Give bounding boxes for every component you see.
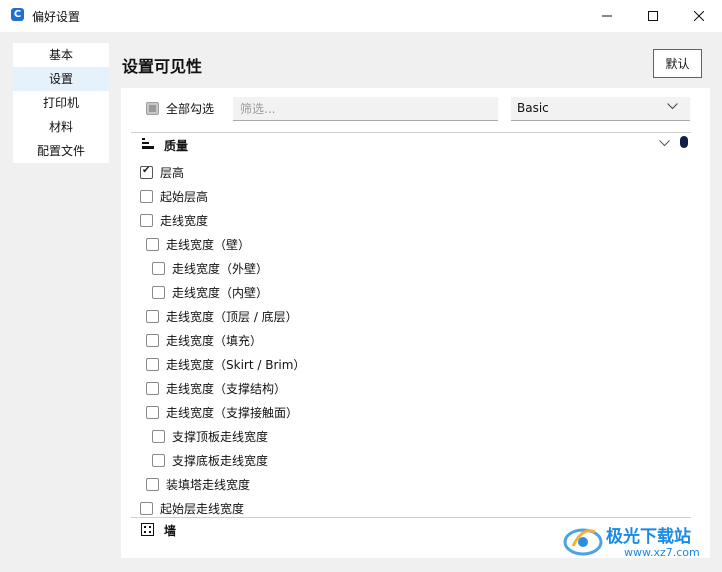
setting-label: 走线宽度（支撑接触面）: [166, 406, 299, 420]
page-title: 设置可见性: [122, 57, 203, 76]
sidebar-item-printers[interactable]: 打印机: [13, 91, 109, 115]
section-divider: [131, 517, 691, 518]
setting-checkbox[interactable]: [140, 502, 153, 515]
setting-label: 层高: [160, 166, 185, 180]
setting-label: 走线宽度（Skirt / Brim）: [166, 358, 306, 372]
section-title-wall[interactable]: 墙: [164, 522, 176, 539]
setting-checkbox[interactable]: [140, 165, 153, 179]
setting-label: 走线宽度（外壁）: [172, 262, 269, 276]
setting-checkbox[interactable]: [146, 310, 159, 323]
profile-select[interactable]: Basic: [511, 97, 690, 121]
setting-label: 走线宽度: [160, 214, 209, 228]
default-button[interactable]: 默认: [653, 49, 702, 78]
setting-checkbox[interactable]: [146, 238, 159, 251]
setting-label: 走线宽度（填充）: [166, 334, 263, 348]
profile-select-value: Basic: [517, 101, 549, 115]
wall-grid-icon: [141, 523, 154, 536]
setting-checkbox[interactable]: [146, 406, 159, 419]
watermark-url: www.xz7.com: [624, 546, 700, 559]
title-bar: C 偏好设置: [0, 0, 722, 32]
setting-checkbox[interactable]: [152, 286, 165, 299]
quality-bars-icon: [142, 138, 154, 149]
setting-label: 装填塔走线宽度: [166, 478, 251, 492]
section-divider: [131, 132, 691, 133]
setting-checkbox[interactable]: [140, 214, 153, 227]
setting-label: 支撑底板走线宽度: [172, 454, 269, 468]
preferences-sidebar: 基本 设置 打印机 材料 配置文件: [13, 43, 109, 163]
sidebar-item-profiles[interactable]: 配置文件: [13, 139, 109, 163]
maximize-button[interactable]: [630, 0, 676, 32]
section-title-quality[interactable]: 质量: [164, 137, 188, 154]
setting-checkbox[interactable]: [146, 334, 159, 347]
sidebar-item-materials[interactable]: 材料: [13, 115, 109, 139]
check-all-label: 全部勾选: [166, 102, 215, 116]
setting-checkbox[interactable]: [152, 262, 165, 275]
setting-checkbox[interactable]: [146, 382, 159, 395]
setting-label: 走线宽度（顶层 / 底层）: [166, 310, 298, 324]
preferences-window: C 偏好设置 基本 设置 打印机 材料 配置文件 设置可见性 默认 全部勾选 B…: [0, 0, 722, 572]
scrollbar-thumb[interactable]: [680, 136, 688, 148]
sidebar-item-general[interactable]: 基本: [13, 43, 109, 67]
watermark-logo-icon: [563, 528, 603, 556]
maximize-icon: [648, 11, 658, 21]
setting-label: 走线宽度（壁）: [166, 238, 251, 252]
filter-input[interactable]: [233, 97, 498, 121]
setting-checkbox[interactable]: [140, 190, 153, 203]
watermark-name: 极光下载站: [606, 527, 691, 547]
app-icon: C: [11, 8, 24, 21]
setting-label: 起始层高: [160, 190, 209, 204]
setting-label: 走线宽度（支撑结构）: [166, 382, 287, 396]
setting-label: 走线宽度（内壁）: [172, 286, 269, 300]
setting-checkbox[interactable]: [146, 358, 159, 371]
minimize-button[interactable]: [584, 0, 630, 32]
setting-label: 起始层走线宽度: [160, 502, 245, 516]
sidebar-item-settings[interactable]: 设置: [13, 67, 109, 91]
section-collapse-icon[interactable]: [659, 140, 670, 147]
setting-checkbox[interactable]: [152, 454, 165, 467]
setting-checkbox[interactable]: [152, 430, 165, 443]
close-button[interactable]: [676, 0, 722, 32]
minimize-icon: [602, 15, 612, 17]
chevron-down-icon: [667, 103, 678, 110]
setting-label: 支撑顶板走线宽度: [172, 430, 269, 444]
check-all-checkbox[interactable]: [146, 102, 159, 115]
setting-checkbox[interactable]: [146, 478, 159, 491]
window-title: 偏好设置: [32, 10, 81, 24]
close-icon: [694, 11, 704, 21]
